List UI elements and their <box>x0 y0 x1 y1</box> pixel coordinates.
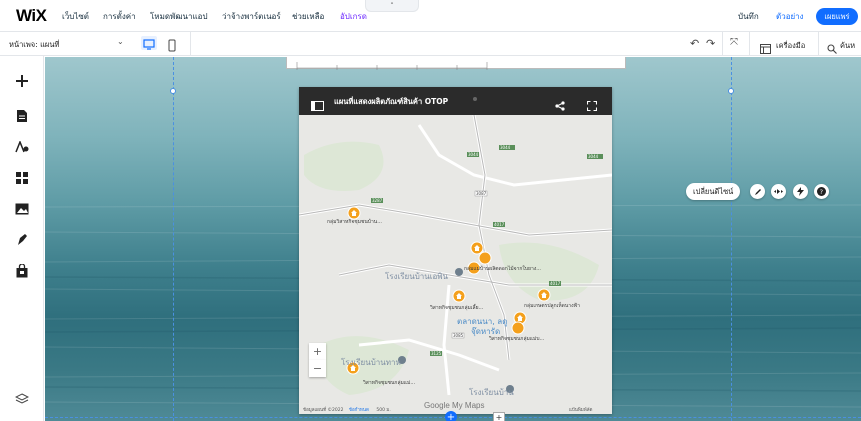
toolbar-divider <box>722 32 723 56</box>
zoom-out-icon[interactable]: ⤧ <box>730 37 738 48</box>
pin-label[interactable]: วิสาหกิจชุมชนกลุ่มแม่... <box>363 379 415 387</box>
publish-button[interactable]: เผยแพร่ <box>816 8 858 25</box>
search-icon[interactable] <box>827 39 837 58</box>
sidebar-toggle-icon[interactable] <box>311 96 324 115</box>
add-elements-button[interactable] <box>12 71 32 91</box>
change-design-button[interactable]: เปลี่ยนดีไซน์ <box>686 183 741 200</box>
svg-text:3044: 3044 <box>468 152 479 157</box>
add-strip-button[interactable]: + <box>493 412 505 421</box>
apps-icon <box>16 172 28 184</box>
menu-dev-mode[interactable]: โหมดพัฒนาแอป <box>150 10 208 23</box>
image-icon <box>15 203 29 215</box>
resize-handle[interactable] <box>728 88 734 94</box>
resize-handle[interactable] <box>170 88 176 94</box>
map-widget[interactable]: แผนที่แสดงผลิตภัณฑ์สินค้า OTOP 3044 3044… <box>299 87 612 414</box>
toolbar-divider <box>749 32 750 56</box>
map-header: แผนที่แสดงผลิตภัณฑ์สินค้า OTOP <box>299 87 612 115</box>
google-my-maps-logo: Google My Maps <box>424 401 485 410</box>
bag-icon <box>16 264 28 278</box>
svg-text:3125: 3125 <box>431 351 442 356</box>
map-scale: 500 ม. <box>376 408 391 413</box>
store-button[interactable] <box>12 261 32 281</box>
lightning-icon <box>797 187 804 196</box>
layers-icon <box>15 393 29 404</box>
animation-button[interactable] <box>771 184 786 199</box>
zoom-out-button[interactable]: − <box>309 360 326 377</box>
chevron-up-icon: ˄ <box>390 1 394 10</box>
share-icon[interactable] <box>555 96 565 115</box>
animation-icon <box>774 189 783 194</box>
search-button[interactable]: ค้นห <box>840 40 855 52</box>
map-footer-attribution: ข้อมูลแผนที่ ©2022 ข้อกำหนด 500 ม. <box>303 406 391 413</box>
svg-text:3044: 3044 <box>588 154 599 159</box>
info-dot-icon <box>473 97 477 101</box>
redo-icon[interactable]: ↷ <box>706 37 715 50</box>
pin-label[interactable]: กลุ่มเกษตรปลูกเห็ดนางฟ้า <box>524 302 580 310</box>
svg-text:4017: 4017 <box>494 222 505 227</box>
media-button[interactable] <box>12 199 32 219</box>
editor-toolbar: หน้าเพจ: แผนที่ ⌄ ↶ ↷ ⤧ เครื่องมือ ค้นห <box>0 32 861 56</box>
add-section-button[interactable]: + <box>445 411 457 421</box>
theme-button[interactable] <box>12 137 32 157</box>
map-title: แผนที่แสดงผลิตภัณฑ์สินค้า OTOP <box>334 97 449 106</box>
mobile-view-icon[interactable] <box>166 37 178 52</box>
interactions-button[interactable] <box>793 184 808 199</box>
theme-icon <box>15 141 29 153</box>
place-label: โรงเรียนบ้าน <box>469 388 514 397</box>
pages-button[interactable] <box>12 106 32 126</box>
menu-site[interactable]: เว็บไซต์ <box>62 10 89 23</box>
pin-label[interactable]: วิสาหกิจชุมชนกลุ่มเลี้ย... <box>430 304 483 312</box>
editor-canvas[interactable]: แผนที่แสดงผลิตภัณฑ์สินค้า OTOP 3044 3044… <box>45 57 861 421</box>
selection-edge-right <box>731 57 732 421</box>
page-icon <box>17 110 27 122</box>
left-sidebar <box>0 56 44 421</box>
pen-icon <box>754 188 761 195</box>
wix-logo[interactable]: WiX <box>16 6 47 26</box>
map-view[interactable]: 3044 3044 3044 3087 3287 4017 4017 3085 … <box>299 115 612 414</box>
menu-settings[interactable]: การตั้งค่า <box>103 10 136 23</box>
toolbar-divider <box>818 32 819 56</box>
svg-text:3287: 3287 <box>372 198 383 203</box>
zoom-in-button[interactable]: + <box>309 343 326 360</box>
map-terms-link[interactable]: ข้อกำหนด <box>349 408 369 413</box>
save-button[interactable]: บันทึก <box>738 10 759 23</box>
svg-text:3085: 3085 <box>453 333 464 338</box>
svg-text:?: ? <box>820 188 823 196</box>
pin-label[interactable]: กลุ่มวิสาหกิจชุมชนบ้าน... <box>327 218 382 226</box>
undo-icon[interactable]: ↶ <box>690 37 699 50</box>
map-copyright: ข้อมูลแผนที่ ©2022 <box>303 408 344 413</box>
plus-icon <box>16 75 28 87</box>
place-label: จุ๊ดหารัด <box>471 327 501 336</box>
svg-text:3044: 3044 <box>500 145 511 150</box>
selection-edge-left <box>173 57 174 421</box>
layers-button[interactable] <box>12 389 32 409</box>
fullscreen-icon[interactable] <box>586 96 598 115</box>
design-pen-button[interactable] <box>750 184 765 199</box>
menu-hire-partner[interactable]: ว่าจ้างพาร์ตเนอร์ <box>222 10 281 23</box>
help-button[interactable]: ? <box>814 184 829 199</box>
preview-button[interactable]: ตัวอย่าง <box>776 10 804 23</box>
pen-icon <box>18 234 27 245</box>
collapse-topbar-button[interactable]: ˄ <box>365 0 419 12</box>
desktop-view-icon[interactable] <box>141 36 157 50</box>
place-label: โรงเรียนบ้านทาห <box>341 358 401 367</box>
app-market-button[interactable] <box>12 168 32 188</box>
question-icon: ? <box>817 187 826 196</box>
editor-top-bar: WiX เว็บไซต์ การตั้งค่า โหมดพัฒนาแอป ว่า… <box>0 0 861 32</box>
svg-text:4017: 4017 <box>550 281 561 286</box>
blog-button[interactable] <box>12 230 32 250</box>
map-roads: 3044 3044 3044 3087 3287 4017 4017 3085 … <box>299 115 612 414</box>
place-label: โรงเรียนบ้านเอพิน <box>385 272 449 281</box>
page-selector[interactable]: หน้าเพจ: แผนที่ <box>9 39 59 51</box>
menu-upgrade[interactable]: อัปเกรด <box>340 10 367 23</box>
chevron-down-icon[interactable]: ⌄ <box>117 37 124 46</box>
tools-icon[interactable] <box>760 39 771 58</box>
menu-help[interactable]: ช่วยเหลือ <box>292 10 324 23</box>
strip-above-map <box>286 57 626 70</box>
keyboard-shortcuts-link[interactable]: แป้นพิมพ์ลัด <box>569 406 592 413</box>
svg-text:3087: 3087 <box>476 191 487 196</box>
toolbar-divider <box>190 32 191 56</box>
pin-label[interactable]: กลุ่มแม่บ้านผลิตดอกไม้จากใบยาง... <box>464 265 541 273</box>
tools-button[interactable]: เครื่องมือ <box>776 40 805 52</box>
